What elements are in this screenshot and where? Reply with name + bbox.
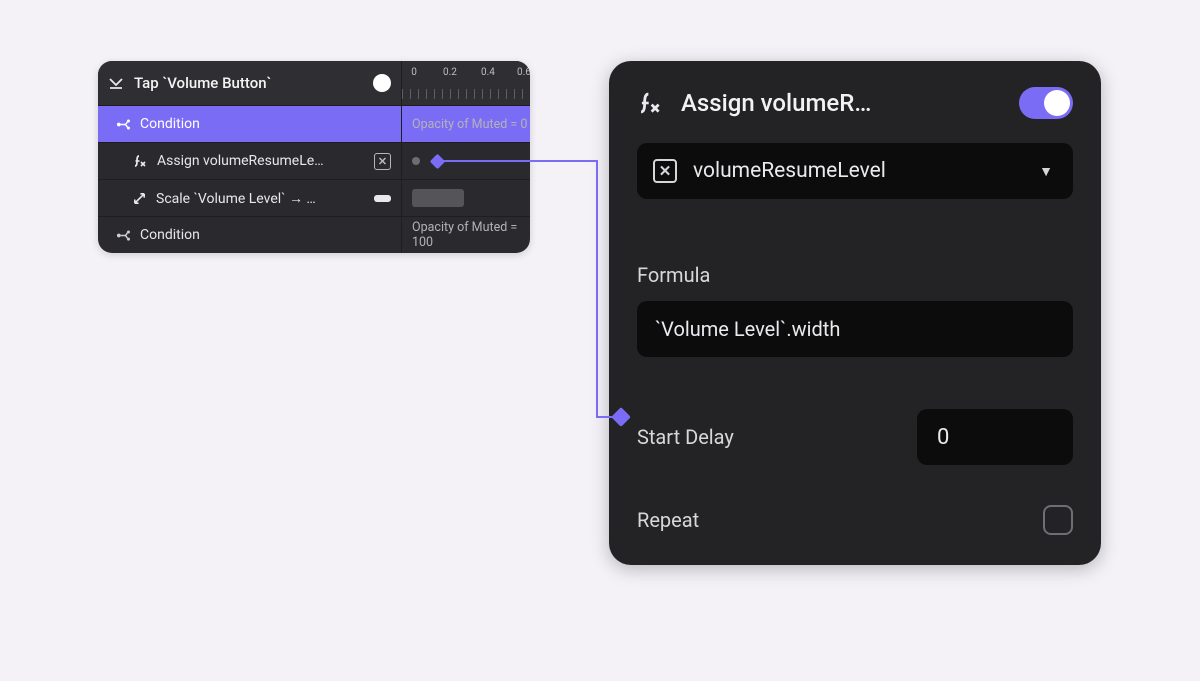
inspector-header: Assign volumeR…: [637, 87, 1073, 119]
repeat-label: Repeat: [637, 508, 1025, 532]
interaction-icon: [108, 75, 124, 91]
row-summary: Opacity of Muted = 0: [412, 117, 527, 132]
ruler-tick-label: 0.2: [443, 67, 457, 78]
variable-badge-icon: ✕: [374, 153, 391, 170]
formula-value: `Volume Level`.width: [655, 317, 840, 341]
row-label: Condition: [140, 227, 391, 243]
row-label: Condition: [140, 116, 391, 132]
start-delay-value: 0: [937, 425, 949, 450]
formula-label: Formula: [637, 263, 1073, 287]
branch-icon: [116, 117, 131, 132]
start-delay-label: Start Delay: [637, 425, 899, 449]
ruler-tick-label: 0.6: [517, 67, 530, 78]
function-fx-icon: [132, 153, 148, 169]
row-label: Scale `Volume Level` → …: [156, 190, 365, 207]
row-label: Assign volumeResumeLe…: [157, 153, 365, 169]
chevron-down-icon: ▼: [1039, 163, 1053, 180]
variable-select-value: volumeResumeLevel: [693, 159, 1023, 183]
ruler-tick-label: 0: [411, 67, 417, 78]
start-delay-row: Start Delay 0: [637, 409, 1073, 465]
interaction-timeline-panel: Tap `Volume Button` 0 0.2 0.4 0.6 Condit…: [98, 61, 530, 253]
scale-icon: [132, 191, 147, 206]
row-summary: Opacity of Muted = 100: [412, 220, 530, 250]
ruler-tick-label: 0.4: [481, 67, 495, 78]
function-fx-icon: [637, 90, 663, 116]
inspector-panel: Assign volumeR… ✕ volumeResumeLevel ▼ Fo…: [609, 61, 1101, 565]
timeline-row-condition[interactable]: Condition Opacity of Muted = 0: [98, 105, 530, 142]
formula-input[interactable]: `Volume Level`.width: [637, 301, 1073, 357]
timeline-title: Tap `Volume Button`: [134, 74, 271, 92]
enabled-toggle[interactable]: [1019, 87, 1073, 119]
keyframe-diamond-icon[interactable]: [430, 153, 446, 169]
variable-select[interactable]: ✕ volumeResumeLevel ▼: [637, 143, 1073, 199]
timeline-ruler[interactable]: 0 0.2 0.4 0.6: [402, 61, 530, 105]
row-track[interactable]: [402, 143, 530, 179]
timeline-header-title-area[interactable]: Tap `Volume Button`: [98, 61, 402, 105]
record-indicator-icon[interactable]: [373, 74, 391, 92]
repeat-row: Repeat: [637, 505, 1073, 535]
branch-icon: [116, 228, 131, 243]
row-track: Opacity of Muted = 100: [402, 217, 530, 253]
timeline-header: Tap `Volume Button` 0 0.2 0.4 0.6: [98, 61, 530, 105]
inspector-title: Assign volumeR…: [681, 89, 1001, 117]
start-delay-input[interactable]: 0: [917, 409, 1073, 465]
timeline-row-scale[interactable]: Scale `Volume Level` → …: [98, 179, 530, 216]
keyframe-dot-icon[interactable]: [412, 157, 420, 165]
repeat-checkbox[interactable]: [1043, 505, 1073, 535]
timeline-row-assign[interactable]: Assign volumeResumeLe… ✕: [98, 142, 530, 179]
row-track: Opacity of Muted = 0: [402, 106, 530, 142]
row-track[interactable]: [402, 180, 530, 216]
variable-badge-icon: ✕: [653, 159, 677, 183]
easing-badge-icon: [374, 195, 391, 202]
tween-bar[interactable]: [412, 189, 464, 207]
timeline-row-condition[interactable]: Condition Opacity of Muted = 100: [98, 216, 530, 253]
